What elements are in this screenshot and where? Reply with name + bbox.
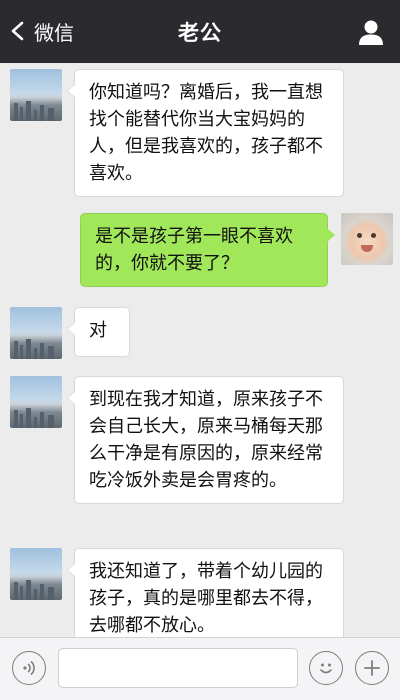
message-bubble[interactable]: 你知道吗？离婚后，我一直想找个能替代你当大宝妈妈的人，但是我喜欢的，孩子都不喜欢…: [67, 69, 344, 197]
message-text: 我还知道了，带着个幼儿园的孩子，真的是哪里都去不得，去哪都不放心。: [89, 561, 323, 636]
contact-avatar[interactable]: [10, 548, 62, 600]
message-text: 你知道吗？离婚后，我一直想找个能替代你当大宝妈妈的人，但是我喜欢的，孩子都不喜欢…: [89, 82, 323, 184]
more-button[interactable]: [355, 651, 389, 685]
chat-title: 老公: [178, 21, 222, 45]
contact-avatar[interactable]: [10, 69, 62, 121]
contact-info-icon[interactable]: [357, 18, 385, 46]
voice-icon: [23, 660, 35, 676]
voice-button[interactable]: [12, 651, 46, 685]
message-bubble-sent[interactable]: 是不是孩子第一眼不喜欢的，你就不要了？: [80, 213, 335, 287]
nav-bar: 微信 老公: [0, 0, 400, 63]
message-input[interactable]: [58, 648, 298, 688]
emoji-icon: [320, 663, 332, 674]
my-avatar[interactable]: [341, 213, 393, 265]
message-text: 是不是孩子第一眼不喜欢的，你就不要了？: [95, 226, 293, 274]
plus-icon: [364, 660, 380, 676]
message-bubble[interactable]: 对: [67, 307, 130, 357]
contact-avatar[interactable]: [10, 376, 62, 428]
message-text: 到现在我才知道，原来孩子不会自己长大，原来马桶每天那么干净是有原因的，原来经常吃…: [89, 389, 323, 491]
input-bar: [0, 637, 400, 700]
message-list[interactable]: 你知道吗？离婚后，我一直想找个能替代你当大宝妈妈的人，但是我喜欢的，孩子都不喜欢…: [0, 63, 400, 637]
message-bubble[interactable]: 到现在我才知道，原来孩子不会自己长大，原来马桶每天那么干净是有原因的，原来经常吃…: [67, 376, 344, 504]
emoji-button[interactable]: [309, 651, 343, 685]
message-text: 对: [89, 320, 107, 341]
message-bubble[interactable]: 我还知道了，带着个幼儿园的孩子，真的是哪里都去不得，去哪都不放心。: [67, 548, 344, 637]
contact-avatar[interactable]: [10, 307, 62, 359]
